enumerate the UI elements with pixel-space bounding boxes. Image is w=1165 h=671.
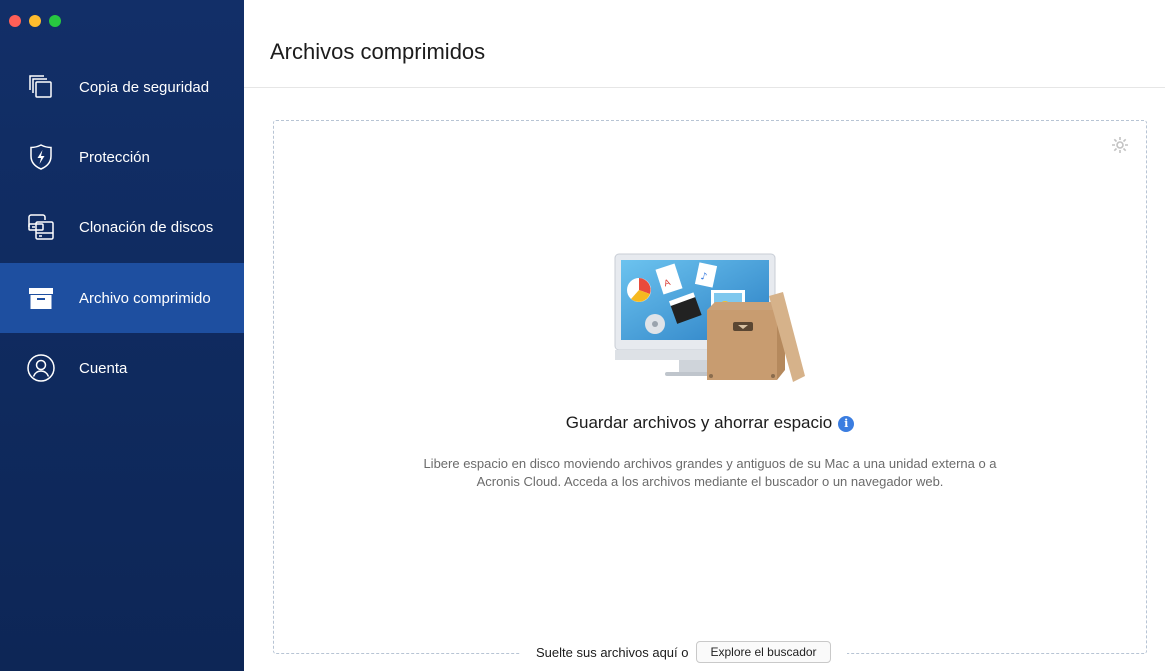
sidebar-item-label: Protección	[79, 148, 150, 166]
sidebar-item-archive[interactable]: Archivo comprimido	[0, 263, 244, 333]
window-controls	[9, 15, 61, 27]
header-divider	[244, 87, 1165, 88]
browse-finder-button[interactable]: Explore el buscador	[696, 641, 831, 663]
shield-bolt-icon	[22, 138, 60, 176]
sidebar: Copia de seguridad Protección Clonación …	[0, 0, 244, 671]
sidebar-item-label: Copia de seguridad	[79, 78, 210, 96]
sidebar-item-backup[interactable]: Copia de seguridad	[0, 52, 244, 122]
drop-zone-headline: Guardar archivos y ahorrar espacio i	[274, 413, 1146, 433]
sidebar-item-label: Cuenta	[79, 359, 128, 377]
sidebar-item-disk-cloning[interactable]: Clonación de discos	[0, 192, 244, 262]
headline-text: Guardar archivos y ahorrar espacio	[565, 413, 833, 432]
drop-zone-footer: Suelte sus archivos aquí o Explore el bu…	[520, 639, 847, 665]
archive-box-icon	[22, 279, 60, 317]
zoom-window-button[interactable]	[49, 15, 61, 27]
disk-clone-icon	[22, 208, 60, 246]
copies-icon	[22, 68, 60, 106]
gear-icon[interactable]	[1110, 135, 1130, 155]
info-icon[interactable]: i	[838, 416, 855, 432]
close-window-button[interactable]	[9, 15, 21, 27]
user-icon	[22, 349, 60, 387]
sidebar-item-label: Clonación de discos	[79, 218, 214, 236]
file-drop-zone[interactable]	[273, 120, 1147, 654]
minimize-window-button[interactable]	[29, 15, 41, 27]
drop-zone-description: Libere espacio en disco moviendo archivo…	[423, 456, 997, 489]
drop-label: Suelte sus archivos aquí o	[536, 644, 689, 660]
page-title: Archivos comprimidos	[270, 39, 486, 64]
sidebar-item-label: Archivo comprimido	[79, 289, 211, 307]
sidebar-item-protection[interactable]: Protección	[0, 122, 244, 192]
sidebar-item-account[interactable]: Cuenta	[0, 333, 244, 403]
computer-and-archive-box-illustration: A ♪	[614, 253, 805, 382]
